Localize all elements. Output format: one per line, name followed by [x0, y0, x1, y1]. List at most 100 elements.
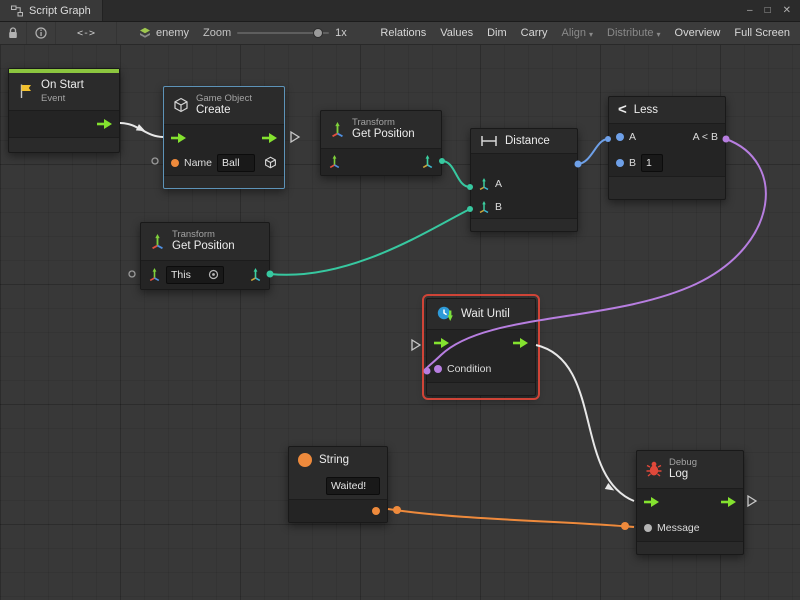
carry-button[interactable]: Carry — [514, 22, 555, 44]
b-value-field[interactable] — [641, 154, 663, 172]
inspect-button[interactable] — [27, 22, 56, 44]
value-stub-create-name[interactable] — [152, 158, 158, 164]
condition-port-label: Condition — [447, 363, 491, 375]
string-out-port[interactable] — [372, 507, 380, 515]
zoom-slider[interactable] — [237, 27, 329, 39]
node-category: Game Object — [196, 93, 252, 104]
a-port-label: A — [629, 131, 636, 143]
flag-icon — [18, 83, 34, 99]
node-string[interactable]: String — [288, 446, 388, 523]
flow-out-port[interactable] — [97, 119, 112, 129]
tab-title: Script Graph — [29, 5, 91, 17]
distribute-button[interactable]: Distribute ▾ — [600, 22, 667, 44]
chevron-down-icon: ▾ — [657, 30, 661, 39]
node-header: Wait Until — [427, 299, 535, 329]
gameobject-out-port[interactable] — [264, 156, 277, 169]
node-less[interactable]: < Less A A < B B — [608, 96, 726, 200]
float-out-port-row — [471, 154, 577, 172]
bug-icon — [646, 461, 662, 477]
wait-clock-icon — [436, 305, 454, 323]
green-arrow-icon — [513, 338, 528, 348]
a-input-port[interactable] — [616, 133, 624, 141]
dim-button[interactable]: Dim — [480, 22, 514, 44]
vector3-out-port[interactable] — [249, 268, 262, 281]
vector3-out-port[interactable] — [421, 155, 434, 168]
flow-in-port[interactable] — [644, 497, 659, 507]
vector3-axes-icon — [478, 178, 490, 190]
node-distance[interactable]: Distance A — [470, 128, 578, 232]
graph-name[interactable]: enemy — [139, 27, 189, 39]
node-title: Create — [196, 104, 252, 118]
value-stub-getpos2-target[interactable] — [129, 271, 135, 277]
values-button[interactable]: Values — [433, 22, 480, 44]
fullscreen-button[interactable]: Full Screen — [727, 22, 800, 44]
wire-onstart-to-create — [120, 123, 163, 137]
graph-name-label: enemy — [156, 27, 189, 39]
node-title: Get Position — [352, 128, 415, 142]
flow-stub-waituntil-in[interactable] — [412, 340, 420, 350]
flow-in-port[interactable] — [434, 338, 449, 348]
maximize-icon[interactable]: □ — [765, 5, 771, 16]
transform-in-port[interactable] — [328, 155, 341, 168]
flow-stub-log-out[interactable] — [748, 496, 756, 506]
b-port-label: B — [629, 157, 636, 169]
minimize-icon[interactable]: – — [747, 5, 753, 16]
node-title: Distance — [505, 135, 550, 147]
target-object-field[interactable]: This — [166, 266, 224, 284]
zoom-slider-knob[interactable] — [313, 28, 323, 38]
sidebar-toggle-button[interactable]: <-> — [56, 22, 117, 44]
vector3-axes-icon — [478, 201, 490, 213]
green-arrow-icon — [97, 119, 112, 129]
cube-icon — [173, 97, 189, 113]
green-arrow-icon — [721, 497, 736, 507]
node-wait-until[interactable]: Wait Until C — [426, 298, 536, 396]
wire-getpos1-to-distance-a — [439, 158, 473, 190]
a-port-label[interactable]: A — [495, 178, 502, 190]
flow-out-port[interactable] — [262, 133, 277, 143]
tab-script-graph[interactable]: Script Graph — [0, 0, 103, 21]
vector3-axes-icon — [421, 155, 434, 168]
node-debug-log[interactable]: Debug Log — [636, 450, 744, 555]
flow-out-port[interactable] — [721, 497, 736, 507]
green-arrow-icon — [171, 133, 186, 143]
node-header: Transform Get Position — [141, 223, 269, 260]
graph-canvas[interactable]: On Start Event — [0, 44, 800, 600]
node-title: On Start — [41, 79, 84, 93]
flow-stub-create-out[interactable] — [291, 132, 299, 142]
align-button[interactable]: Align ▾ — [555, 22, 600, 44]
transform-axes-icon — [328, 155, 341, 168]
node-game-object-create[interactable]: Game Object Create — [163, 86, 285, 189]
lock-button[interactable] — [0, 22, 27, 44]
node-header: String — [289, 447, 387, 473]
node-get-position-1[interactable]: Transform Get Position — [320, 110, 442, 176]
name-input-port[interactable] — [171, 159, 179, 167]
wire-getpos2-to-distance-b — [267, 206, 474, 278]
b-input-port[interactable] — [616, 159, 624, 167]
node-footer — [471, 218, 577, 231]
message-port-label: Message — [657, 522, 700, 534]
distance-ruler-icon — [480, 135, 498, 147]
node-get-position-2[interactable]: Transform Get Position This — [140, 222, 270, 290]
relations-button[interactable]: Relations — [373, 22, 433, 44]
info-icon — [35, 27, 47, 39]
node-header: < Less — [609, 97, 725, 123]
transform-axes-icon — [330, 122, 345, 137]
node-header: Distance — [471, 129, 577, 153]
flow-in-port[interactable] — [171, 133, 186, 143]
result-label: A < B — [693, 131, 718, 143]
overview-button[interactable]: Overview — [668, 22, 728, 44]
close-icon[interactable]: ✕ — [783, 5, 791, 16]
string-value-field[interactable] — [326, 477, 380, 495]
node-on-start-event[interactable]: On Start Event — [8, 68, 120, 153]
b-port-label[interactable]: B — [495, 201, 502, 213]
name-value-field[interactable] — [217, 154, 255, 172]
object-picker-icon[interactable] — [208, 269, 219, 280]
green-arrow-icon — [644, 497, 659, 507]
node-title: Wait Until — [461, 308, 510, 320]
node-footer — [164, 175, 284, 188]
cube-icon — [264, 156, 277, 169]
condition-input-port[interactable] — [434, 365, 442, 373]
node-title: Log — [669, 468, 697, 482]
message-input-port[interactable] — [644, 524, 652, 532]
flow-out-port[interactable] — [513, 338, 528, 348]
